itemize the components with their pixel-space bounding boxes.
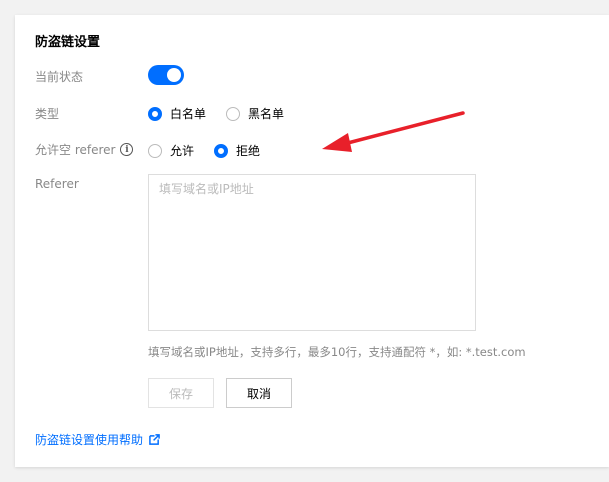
radio-unchecked-icon	[148, 143, 162, 158]
save-button[interactable]: 保存	[148, 378, 214, 408]
toggle-knob	[167, 68, 181, 82]
status-toggle[interactable]	[148, 65, 184, 85]
referer-hint: 填写域名或IP地址，支持多行，最多10行，支持通配符 *，如: *.test.c…	[148, 345, 526, 359]
external-link-icon	[149, 434, 160, 445]
empty-referer-radio-deny[interactable]: 拒绝	[214, 142, 260, 159]
empty-referer-radio-group: 允许 拒绝	[148, 142, 280, 159]
empty-referer-radio-allow[interactable]: 允许	[148, 142, 194, 159]
type-radio-group: 白名单 黑名单	[148, 105, 304, 122]
type-label: 类型	[35, 107, 60, 121]
empty-referer-label: 允许空 referer	[35, 143, 116, 157]
radio-checked-icon	[148, 106, 162, 121]
annotation-arrow-icon	[322, 111, 465, 152]
radio-unchecked-icon	[226, 106, 241, 121]
panel-title: 防盗链设置	[35, 35, 101, 50]
empty-referer-option-label: 拒绝	[236, 144, 261, 158]
referer-label: Referer	[35, 177, 79, 191]
type-option-label: 白名单	[170, 107, 207, 121]
help-link[interactable]: 防盗链设置使用帮助	[35, 431, 160, 448]
cancel-button[interactable]: 取消	[226, 378, 292, 408]
empty-referer-label-row: 允许空 referer i	[35, 141, 134, 158]
help-link-text: 防盗链设置使用帮助	[35, 433, 144, 447]
hotlink-protection-panel: 防盗链设置 当前状态 类型 白名单 黑名单 允许空 referer i 允许 拒…	[15, 15, 609, 467]
empty-referer-option-label: 允许	[170, 144, 195, 158]
status-label: 当前状态	[35, 70, 84, 84]
type-radio-blacklist[interactable]: 黑名单	[226, 105, 284, 122]
type-option-label: 黑名单	[248, 107, 285, 121]
radio-checked-icon	[214, 143, 229, 158]
type-radio-whitelist[interactable]: 白名单	[148, 105, 206, 122]
info-icon[interactable]: i	[120, 143, 134, 156]
referer-textarea[interactable]: 填写域名或IP地址	[148, 174, 476, 331]
